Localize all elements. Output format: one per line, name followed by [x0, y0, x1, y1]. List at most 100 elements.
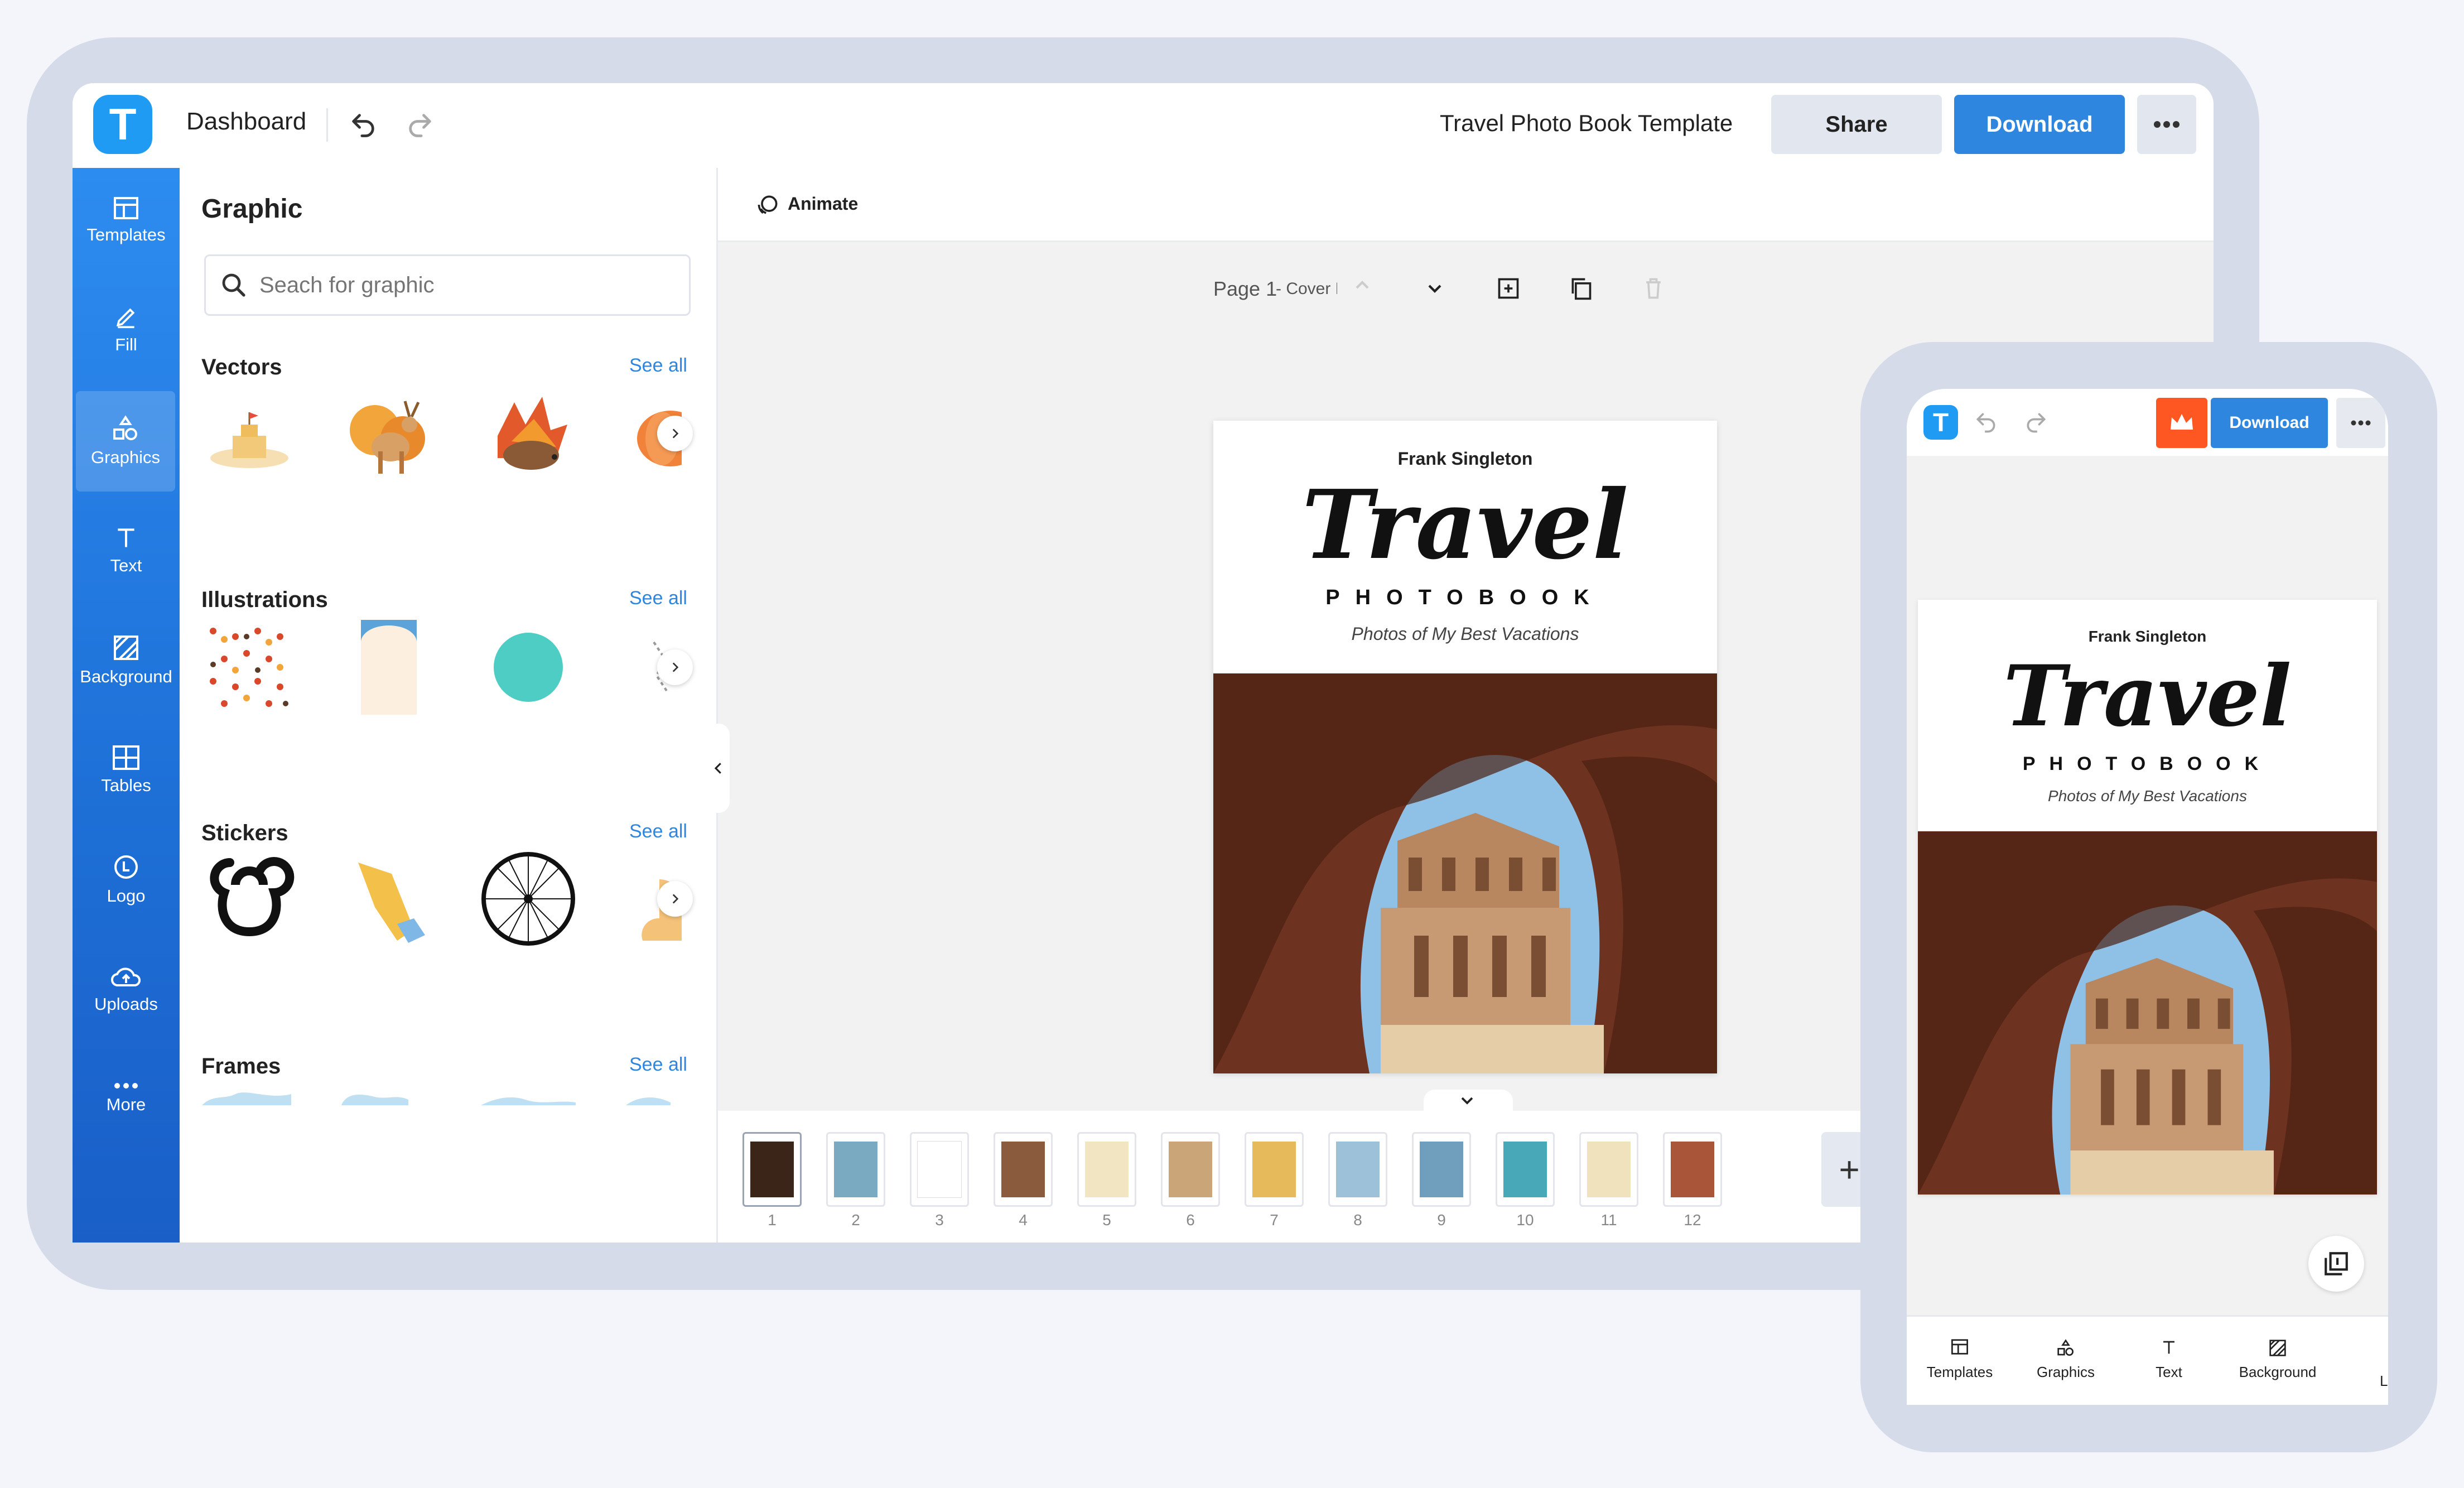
cover-title[interactable]: Travel	[1213, 472, 1717, 578]
page-thumbnail[interactable]	[1328, 1132, 1387, 1207]
sidebar-item-more[interactable]: More	[73, 1048, 180, 1149]
sidebar: Templates Fill Graphics Text Background …	[73, 168, 180, 1243]
chevron-down-icon	[1461, 1097, 1473, 1105]
see-all-stickers-link[interactable]: See all	[629, 821, 687, 842]
dashboard-link[interactable]: Dashboard	[186, 108, 306, 136]
text-icon	[118, 528, 134, 547]
phone-cover-author[interactable]: Frank Singleton	[1918, 628, 2377, 646]
page-label: Page 1	[1213, 277, 1277, 300]
illustration-circle[interactable]	[481, 620, 576, 715]
page-up-icon[interactable]	[1351, 274, 1373, 299]
page-thumbnail[interactable]	[1496, 1132, 1555, 1207]
phone-nav-label: Text	[2156, 1364, 2182, 1380]
search-input[interactable]	[258, 272, 651, 298]
frames-row[interactable]	[202, 1089, 687, 1105]
phone-undo-icon[interactable]	[1974, 410, 1998, 437]
page-thumbnail[interactable]	[1245, 1132, 1304, 1207]
phone-nav-text[interactable]: Text	[2141, 1339, 2197, 1381]
vectors-next-button[interactable]	[657, 416, 693, 451]
search-box[interactable]	[204, 254, 691, 316]
sidebar-item-uploads[interactable]: Uploads	[73, 939, 180, 1039]
sidebar-item-text[interactable]: Text	[73, 500, 180, 601]
see-all-illustrations-link[interactable]: See all	[629, 588, 687, 609]
sidebar-item-logo[interactable]: Logo	[73, 830, 180, 930]
page-thumbnail[interactable]	[910, 1132, 969, 1207]
illustration-arch[interactable]	[341, 620, 436, 715]
page-thumbnail-preview	[1671, 1142, 1714, 1197]
phone-more-button[interactable]	[2336, 398, 2385, 448]
phone-download-button[interactable]: Download	[2211, 398, 2328, 448]
delete-page-icon[interactable]	[1641, 276, 1666, 304]
chevron-right-icon	[672, 428, 679, 439]
canvas-page[interactable]: Frank Singleton Travel PHOTOBOOK Photos …	[1213, 421, 1717, 1073]
see-all-frames-link[interactable]: See all	[629, 1054, 687, 1076]
page-name[interactable]: - Cover F	[1276, 280, 1337, 298]
phone-canvas-page[interactable]: Frank Singleton Travel PHOTOBOOK Photos …	[1918, 600, 2377, 1195]
sticker-loop[interactable]	[202, 851, 297, 946]
collapse-panel-button[interactable]	[707, 724, 730, 813]
illustration-leaf-pattern[interactable]	[202, 620, 297, 715]
shapes-icon	[113, 415, 137, 440]
illustrations-next-button[interactable]	[657, 649, 693, 685]
page-thumbnail[interactable]	[1412, 1132, 1471, 1207]
phone-nav-graphics[interactable]: Graphics	[2029, 1339, 2102, 1381]
page-thumbnail-preview	[1503, 1142, 1547, 1197]
see-all-vectors-link[interactable]: See all	[629, 355, 687, 377]
sidebar-item-tables[interactable]: Tables	[73, 720, 180, 821]
section-title-frames: Frames	[201, 1054, 281, 1078]
cover-author[interactable]: Frank Singleton	[1213, 449, 1717, 469]
animate-toolbar: Animate	[718, 168, 2214, 242]
pages-button[interactable]	[2308, 1236, 2364, 1292]
page-thumbnail[interactable]	[1663, 1132, 1722, 1207]
redo-icon[interactable]	[401, 105, 440, 145]
animate-icon[interactable]	[756, 192, 780, 220]
vector-sandcastle[interactable]	[202, 391, 297, 486]
vector-hedgehog-leaves[interactable]	[481, 386, 576, 480]
phone-cover-subtitle[interactable]: PHOTOBOOK	[1918, 753, 2377, 775]
page-thumbnail[interactable]	[1077, 1132, 1136, 1207]
phone-cover-tagline[interactable]: Photos of My Best Vacations	[1918, 787, 2377, 805]
cover-photo[interactable]	[1213, 673, 1717, 1073]
phone-cover-photo[interactable]	[1918, 831, 2377, 1195]
page-thumbnail[interactable]	[1579, 1132, 1638, 1207]
sidebar-item-label: Uploads	[94, 994, 158, 1014]
templates-icon	[114, 197, 138, 219]
undo-icon[interactable]	[344, 105, 383, 145]
sticker-wheel[interactable]	[481, 851, 576, 946]
vector-deer-leaves[interactable]	[341, 386, 436, 480]
share-button[interactable]: Share	[1771, 95, 1942, 154]
cover-tagline[interactable]: Photos of My Best Vacations	[1213, 624, 1717, 644]
add-page-icon[interactable]	[1496, 276, 1521, 304]
page-thumbnail[interactable]	[1161, 1132, 1220, 1207]
phone-cover-title[interactable]: Travel	[1918, 649, 2377, 744]
phone-nav-background[interactable]: Background	[2236, 1339, 2320, 1381]
stickers-next-button[interactable]	[657, 881, 693, 917]
sticker-tube[interactable]	[341, 851, 436, 946]
sidebar-item-label: More	[106, 1095, 146, 1114]
sidebar-item-background[interactable]: Background	[73, 610, 180, 711]
page-thumbnail[interactable]	[826, 1132, 885, 1207]
cover-subtitle[interactable]: PHOTOBOOK	[1213, 586, 1717, 610]
download-button[interactable]: Download	[1954, 95, 2125, 154]
page-thumbnail[interactable]	[742, 1132, 802, 1207]
chevron-right-icon	[672, 894, 679, 904]
phone-nav-templates[interactable]: Templates	[1921, 1339, 1999, 1381]
page-thumbnail[interactable]	[994, 1132, 1053, 1207]
strip-collapse-tab[interactable]	[1424, 1090, 1513, 1112]
duplicate-page-icon[interactable]	[1569, 276, 1593, 304]
animate-button[interactable]: Animate	[788, 194, 858, 214]
more-options-button[interactable]	[2137, 95, 2196, 154]
document-title[interactable]: Travel Photo Book Template	[1440, 110, 1733, 137]
sidebar-item-templates[interactable]: Templates	[73, 171, 180, 271]
phone-top-bar: T Download	[1907, 389, 2388, 456]
phone-app-logo[interactable]: T	[1923, 405, 1958, 440]
more-dots-icon	[114, 1083, 138, 1089]
leaf-pattern-graphic	[210, 628, 288, 707]
premium-button[interactable]	[2156, 398, 2207, 448]
sidebar-item-graphics[interactable]: Graphics	[76, 391, 175, 492]
app-logo[interactable]: T	[93, 95, 152, 154]
sidebar-item-fill[interactable]: Fill	[73, 280, 180, 380]
phone-redo-icon[interactable]	[2024, 410, 2048, 437]
shapes-icon	[2057, 1339, 2074, 1356]
page-down-icon[interactable]	[1424, 277, 1446, 302]
